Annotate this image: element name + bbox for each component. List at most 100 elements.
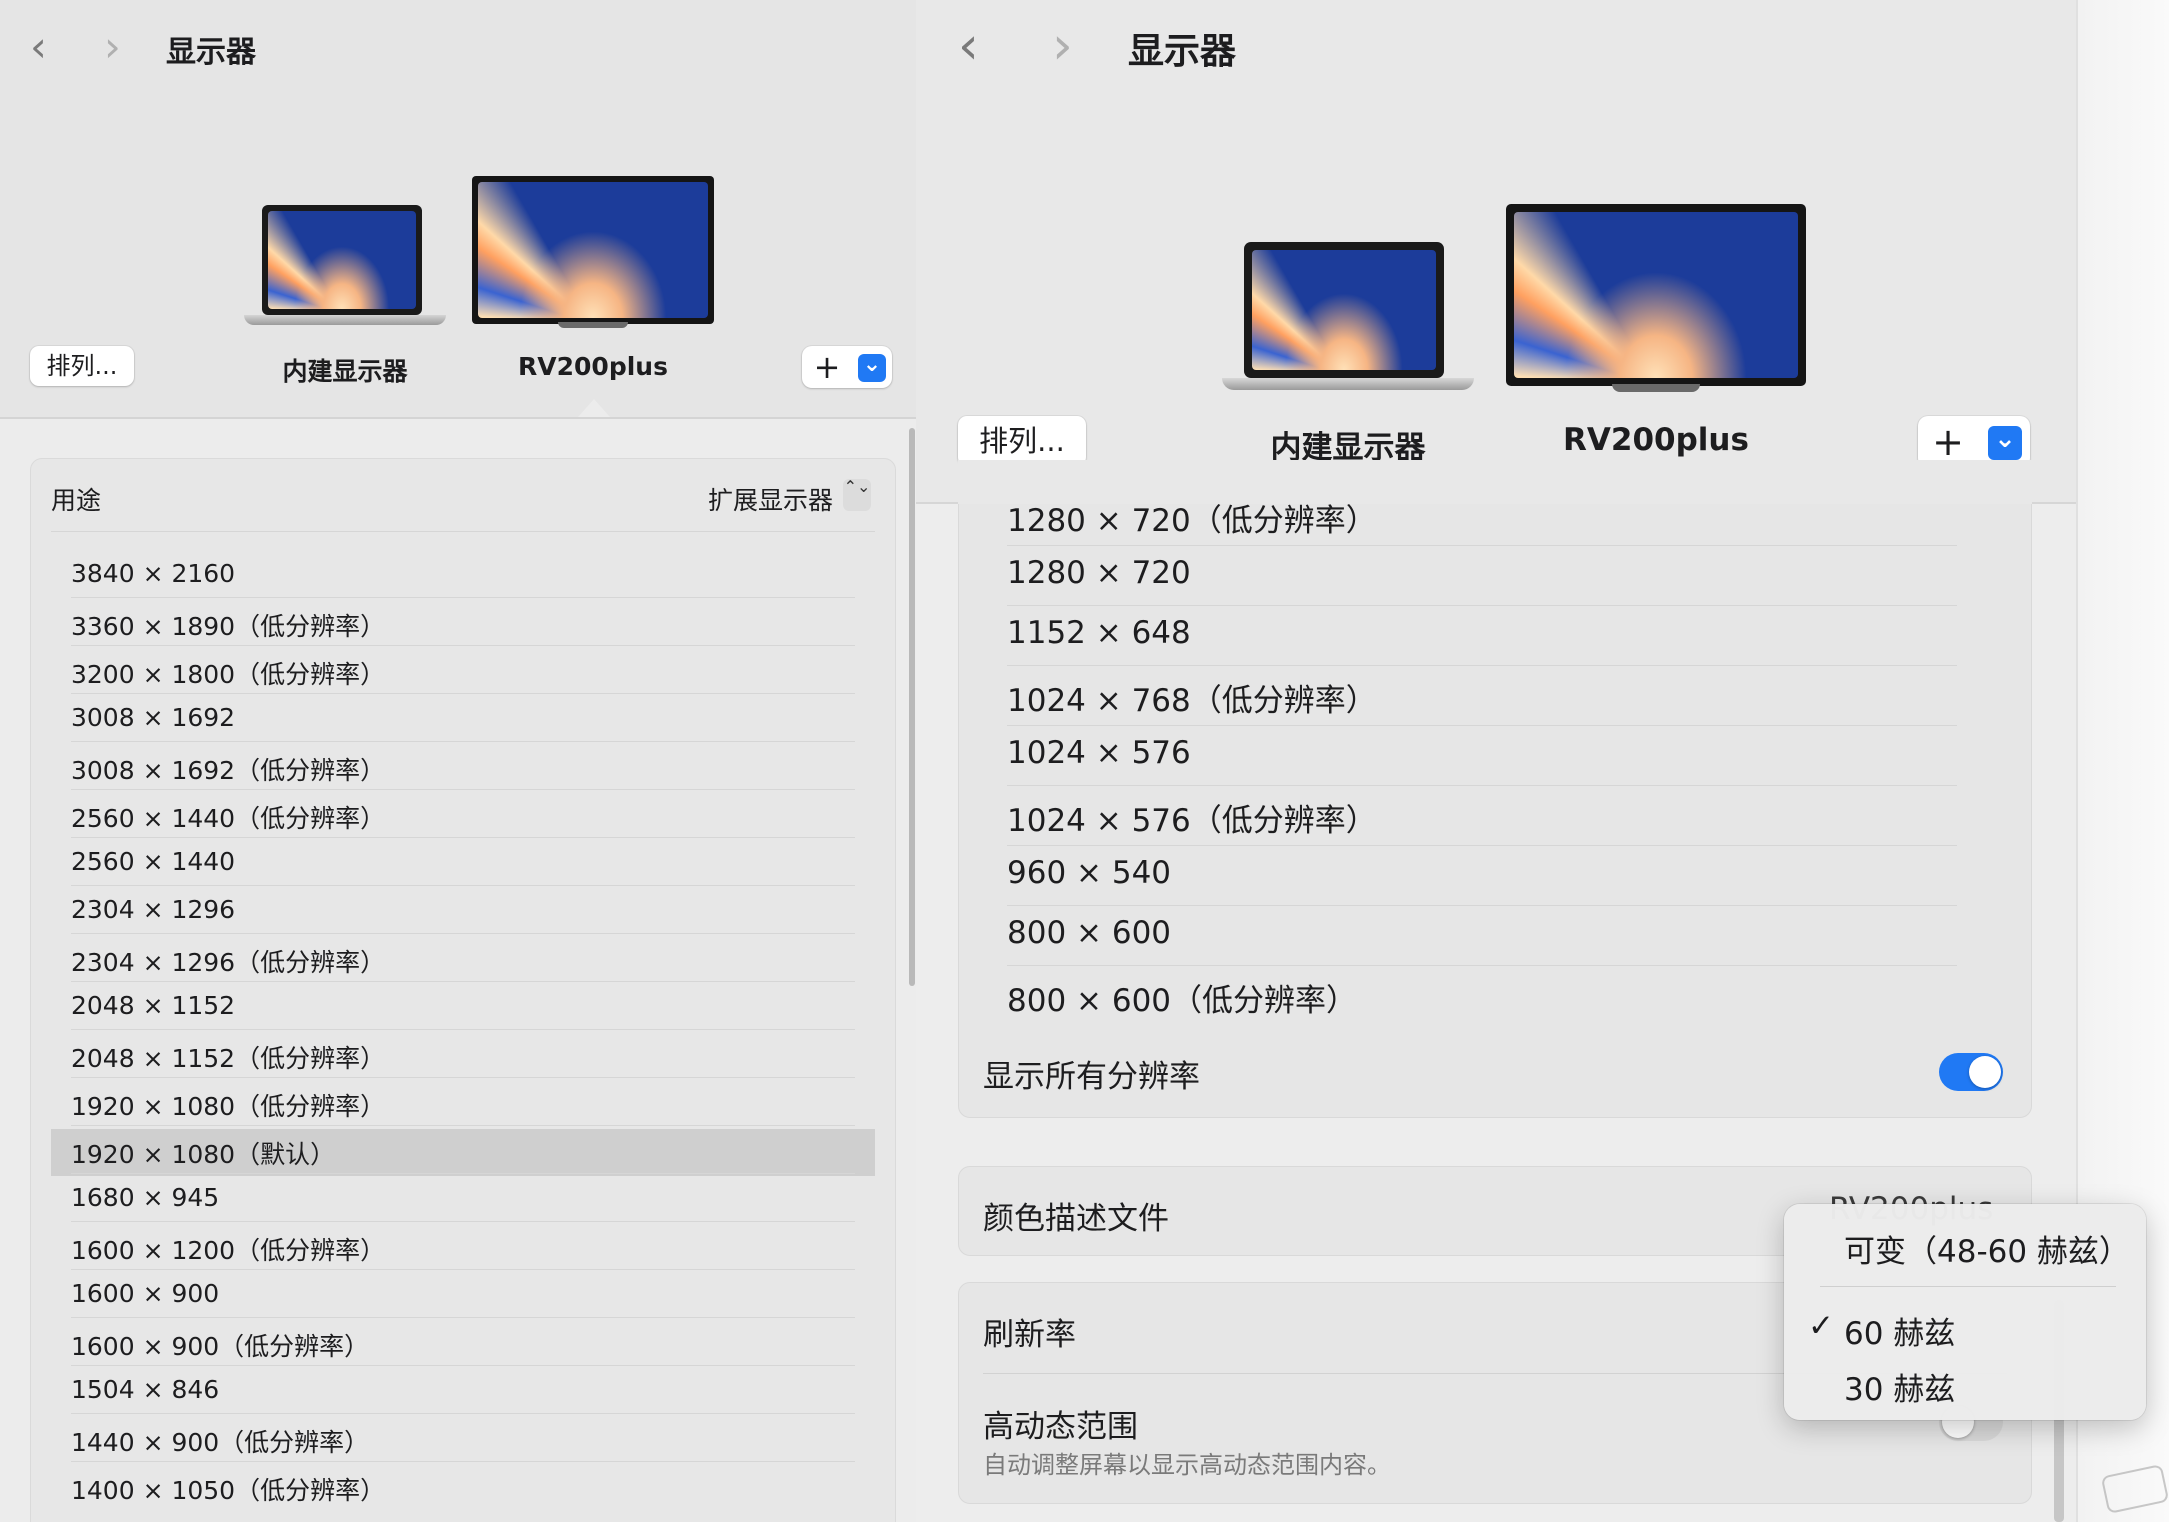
resolution-label: 1600 × 900 xyxy=(71,1279,220,1308)
row-divider xyxy=(1007,845,1957,846)
arrange-button[interactable]: 排列... xyxy=(30,346,134,386)
page-title: 显示器 xyxy=(1128,31,1237,72)
resolution-label: 2048 × 1152 xyxy=(71,991,236,1020)
resolution-label: 3840 × 2160 xyxy=(71,559,236,588)
resolution-row[interactable]: 2304 × 1296（低分辨率） xyxy=(71,939,875,987)
arrange-button[interactable]: 排列... xyxy=(958,416,1086,466)
row-divider xyxy=(71,1413,855,1414)
show-all-resolutions-toggle[interactable] xyxy=(1939,1053,2003,1091)
selected-display-pointer xyxy=(578,399,610,417)
resolution-label: 2048 × 1152（低分辨率） xyxy=(71,1044,386,1073)
hdr-description: 自动调整屏幕以显示高动态范围内容。 xyxy=(983,1451,1391,1479)
refresh-rate-menu: 可变（48-60 赫兹） ✓ 60 赫兹 30 赫兹 xyxy=(1784,1204,2146,1420)
builtin-display-label[interactable]: 内建显示器 xyxy=(262,352,428,388)
resolution-label: 2560 × 1440 xyxy=(71,847,236,876)
resolution-row[interactable]: 1440 × 900（低分辨率） xyxy=(71,1419,875,1467)
resolution-label: 2304 × 1296 xyxy=(71,895,236,924)
resolution-row[interactable]: 800 × 600（低分辨率） xyxy=(1007,983,2007,1047)
resolution-list-card: 用途 扩展显示器 ⌃⌄ 3840 × 2160 3360 × 1890（低分辨率）… xyxy=(30,458,896,1522)
row-divider xyxy=(71,1317,855,1318)
wallpaper-image xyxy=(478,182,708,318)
resolution-row[interactable]: 3200 × 1800（低分辨率） xyxy=(71,651,875,699)
resolution-label: 3008 × 1692 xyxy=(71,703,236,732)
resolution-row[interactable]: 3360 × 1890（低分辨率） xyxy=(71,603,875,651)
resolution-label: 3008 × 1692（低分辨率） xyxy=(71,756,386,785)
row-divider xyxy=(71,1221,855,1222)
resolution-label: 1024 × 576（低分辨率） xyxy=(1007,803,1377,839)
scrollbar-thumb[interactable] xyxy=(909,428,915,986)
resolution-label: 2560 × 1440（低分辨率） xyxy=(71,804,386,833)
builtin-display-thumbnail[interactable] xyxy=(1222,242,1474,396)
row-divider xyxy=(71,1365,855,1366)
menu-item-60hz[interactable]: 60 赫兹 xyxy=(1844,1308,1955,1353)
resolution-row[interactable]: 1600 × 900 xyxy=(71,1275,875,1323)
row-divider xyxy=(71,1029,855,1030)
resolution-row[interactable]: 2048 × 1152 xyxy=(71,987,875,1035)
back-chevron-icon[interactable]: ‹ xyxy=(958,20,979,72)
resolution-row[interactable]: 1920 × 1080（低分辨率） xyxy=(71,1083,875,1131)
resolution-label: 3200 × 1800（低分辨率） xyxy=(71,660,386,689)
chevron-down-icon[interactable]: ⌄ xyxy=(1988,426,2022,460)
resolution-label: 1024 × 768（低分辨率） xyxy=(1007,683,1377,719)
forward-chevron-icon[interactable]: › xyxy=(104,26,121,68)
row-divider xyxy=(71,645,855,646)
menu-item-variable-refresh[interactable]: 可变（48-60 赫兹） xyxy=(1844,1226,2130,1271)
header-overlap xyxy=(958,460,2032,504)
menu-item-30hz[interactable]: 30 赫兹 xyxy=(1844,1364,1955,1409)
resolution-row[interactable]: 2048 × 1152（低分辨率） xyxy=(71,1035,875,1083)
row-divider xyxy=(71,981,855,982)
resolution-row[interactable]: 2560 × 1440 xyxy=(71,843,875,891)
resolution-label: 1400 × 1050（低分辨率） xyxy=(71,1476,386,1505)
resolution-label: 3360 × 1890（低分辨率） xyxy=(71,612,386,641)
resolution-row[interactable]: 3008 × 1692 xyxy=(71,699,875,747)
add-display-button-group[interactable]: + ⌄ xyxy=(802,346,892,388)
left-display-settings-pane: ‹ › 显示器 内建显示器 RV200plus 排列... + ⌄ 用途 扩展显… xyxy=(0,0,916,1522)
row-divider xyxy=(1007,965,1957,966)
resolution-row[interactable]: 2304 × 1296 xyxy=(71,891,875,939)
resolution-row[interactable]: 1920 × 1080（默认） xyxy=(71,1131,875,1179)
row-divider xyxy=(1007,905,1957,906)
rv200plus-display-label[interactable]: RV200plus xyxy=(498,352,688,381)
resolution-row[interactable]: 3008 × 1692（低分辨率） xyxy=(71,747,875,795)
rv200plus-display-label[interactable]: RV200plus xyxy=(1536,422,1776,458)
color-profile-label: 颜色描述文件 xyxy=(983,1201,1169,1237)
resolution-list: 1280 × 720（低分辨率） 1280 × 720 1152 × 648 1024… xyxy=(1007,503,2007,1067)
row-divider xyxy=(71,885,855,886)
row-divider xyxy=(1007,605,1957,606)
page-title: 显示器 xyxy=(166,35,256,70)
back-chevron-icon[interactable]: ‹ xyxy=(30,26,47,68)
add-icon[interactable]: + xyxy=(810,348,844,386)
resolution-row[interactable]: 2560 × 1440（低分辨率） xyxy=(71,795,875,843)
rv200plus-display-thumbnail[interactable] xyxy=(472,176,714,330)
row-divider xyxy=(1007,725,1957,726)
resolution-row[interactable]: 1400 × 1050（低分辨率） xyxy=(71,1467,875,1515)
menu-divider xyxy=(1820,1286,2116,1287)
row-divider xyxy=(1007,785,1957,786)
forward-chevron-icon[interactable]: › xyxy=(1052,20,1073,72)
resolution-row[interactable]: 3840 × 2160 xyxy=(71,555,875,603)
chevron-down-icon[interactable]: ⌄ xyxy=(858,354,886,382)
row-divider xyxy=(71,1077,855,1078)
row-divider xyxy=(71,1173,855,1174)
usage-label: 用途 xyxy=(51,486,102,515)
resolution-row[interactable]: 1504 × 846 xyxy=(71,1371,875,1419)
rv200plus-display-thumbnail[interactable] xyxy=(1506,204,1806,396)
wallpaper-image xyxy=(268,211,416,309)
row-divider xyxy=(71,1125,855,1126)
builtin-display-thumbnail[interactable] xyxy=(244,205,446,331)
resolution-label: 1680 × 945 xyxy=(71,1183,220,1212)
resolution-label: 1920 × 1080（默认） xyxy=(71,1140,336,1169)
resolution-row[interactable]: 1600 × 900（低分辨率） xyxy=(71,1323,875,1371)
row-divider xyxy=(71,597,855,598)
add-icon[interactable]: + xyxy=(1928,420,1968,464)
divider xyxy=(51,531,875,532)
resolution-label: 800 × 600（低分辨率） xyxy=(1007,983,1358,1019)
wallpaper-image xyxy=(1514,212,1798,378)
resolution-row[interactable]: 1680 × 945 xyxy=(71,1179,875,1227)
resolution-label: 1600 × 900（低分辨率） xyxy=(71,1332,370,1361)
resolution-row[interactable]: 1600 × 1200（低分辨率） xyxy=(71,1227,875,1275)
usage-value[interactable]: 扩展显示器 xyxy=(708,481,833,517)
row-divider xyxy=(1007,545,1957,546)
usage-stepper-icon[interactable]: ⌃⌄ xyxy=(843,479,871,511)
display-arrangement-header: ‹ › 显示器 内建显示器 RV200plus 排列... + ⌄ xyxy=(916,0,2076,504)
